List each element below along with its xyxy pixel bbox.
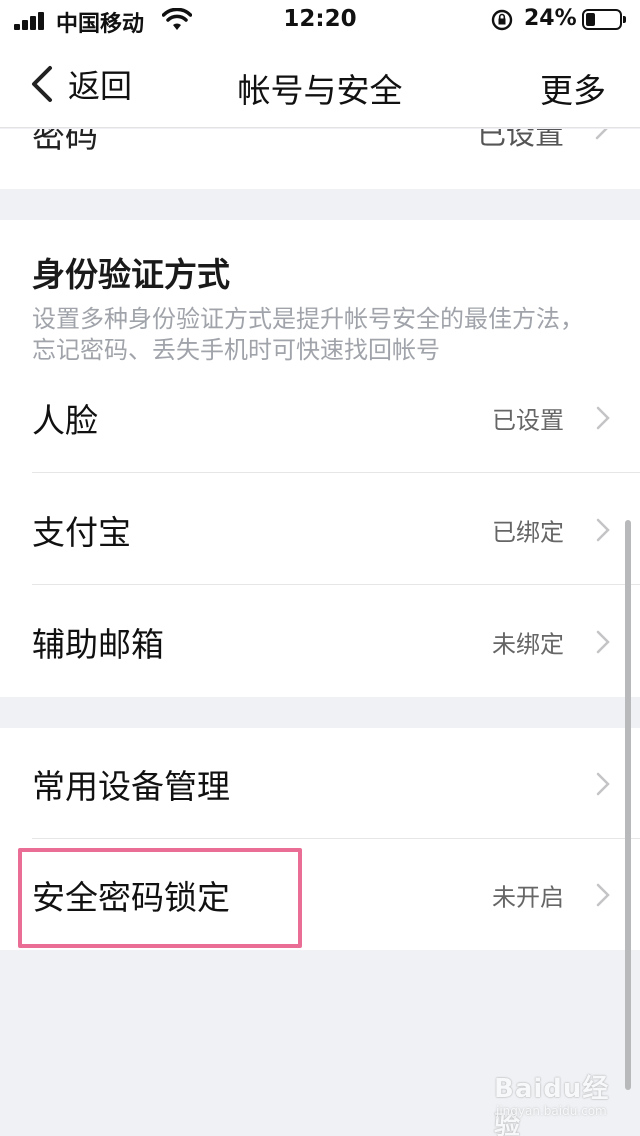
chevron-right-icon xyxy=(595,129,608,140)
baidu-watermark: Baidu经验 jingyan.baidu.com xyxy=(490,1066,620,1136)
navigation-bar: 返回 帐号与安全 更多 xyxy=(0,40,640,128)
alipay-status: 已绑定 xyxy=(492,518,564,547)
face-row[interactable]: 人脸 已设置 xyxy=(0,362,640,474)
backup-email-label: 辅助邮箱 xyxy=(32,625,164,664)
row-divider xyxy=(32,472,640,473)
security-password-lock-status: 未开启 xyxy=(492,883,564,912)
backup-email-status: 未绑定 xyxy=(492,630,564,659)
auth-methods-section: 身份验证方式 设置多种身份验证方式是提升帐号安全的最佳方法，忘记密码、丢失手机时… xyxy=(0,220,640,697)
password-label: 密码 xyxy=(32,129,98,155)
chevron-right-icon xyxy=(596,406,610,430)
chevron-right-icon xyxy=(596,518,610,542)
battery-icon xyxy=(582,9,626,30)
face-label: 人脸 xyxy=(32,401,98,440)
device-management-row[interactable]: 常用设备管理 xyxy=(0,728,640,840)
more-button[interactable]: 更多 xyxy=(540,64,606,112)
face-status: 已设置 xyxy=(492,406,564,435)
battery-percent: 24% xyxy=(524,6,577,31)
chevron-right-icon xyxy=(596,630,610,654)
password-row[interactable]: 密码 已设置 xyxy=(0,129,640,177)
chevron-right-icon xyxy=(596,883,610,907)
alipay-label: 支付宝 xyxy=(32,513,131,552)
backup-email-row[interactable]: 辅助邮箱 未绑定 xyxy=(0,586,640,698)
watermark-text: Baidu经验 xyxy=(494,1074,610,1136)
watermark-url: jingyan.baidu.com xyxy=(496,1104,607,1118)
highlight-box xyxy=(18,848,302,948)
device-management-label: 常用设备管理 xyxy=(32,767,230,806)
section-title: 身份验证方式 xyxy=(32,255,230,294)
row-divider xyxy=(32,584,640,585)
password-value: 已设置 xyxy=(476,129,564,151)
scrollbar[interactable] xyxy=(625,520,631,1090)
orientation-lock-icon xyxy=(491,9,513,31)
password-section: 密码 已设置 xyxy=(0,129,640,189)
chevron-right-icon xyxy=(596,772,610,796)
status-bar: 中国移动 12:20 24% xyxy=(0,0,640,40)
section-description: 设置多种身份验证方式是提升帐号安全的最佳方法，忘记密码、丢失手机时可快速找回帐号 xyxy=(32,305,584,364)
alipay-row[interactable]: 支付宝 已绑定 xyxy=(0,474,640,586)
